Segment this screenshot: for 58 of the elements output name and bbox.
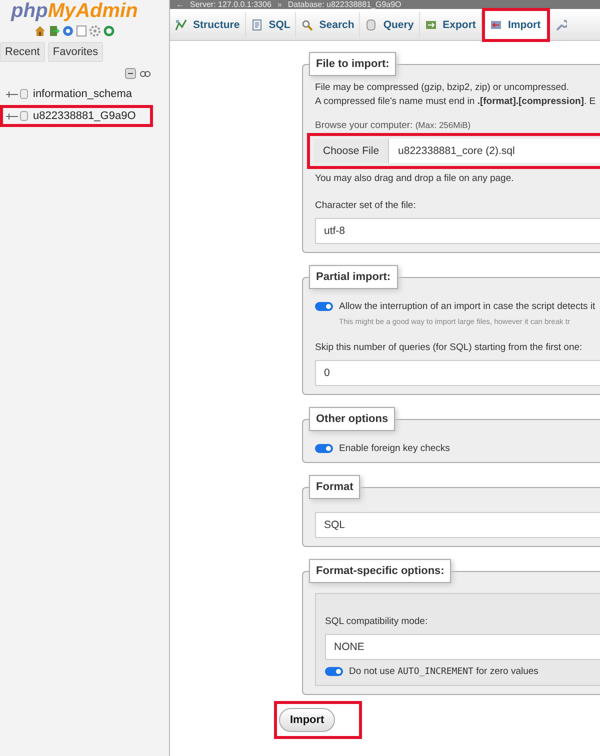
drag-drop-note: You may also drag and drop a file on any page. [315, 173, 515, 184]
database-item[interactable]: information_schema [33, 88, 132, 100]
compression-note: File may be compressed (gzip, bzip2, zip) or uncompressed. [315, 82, 570, 93]
panel-legend: Other options [309, 407, 396, 431]
toggle-switch[interactable] [315, 444, 333, 453]
document-icon[interactable] [76, 25, 87, 37]
help-icon[interactable] [62, 25, 74, 37]
expand-icon[interactable] [5, 112, 18, 120]
choose-file-button[interactable]: Choose File [314, 139, 390, 163]
database-link[interactable]: Database: u822338881_G9a9O [288, 0, 402, 9]
charset-label: Character set of the file: [315, 200, 417, 211]
format-select[interactable]: SQL [315, 512, 600, 538]
tab[interactable]: Structure [170, 12, 246, 38]
server-link[interactable]: Server: 127.0.0.1:3306 [190, 0, 272, 9]
skip-queries-input[interactable]: 0 [315, 360, 600, 386]
panel-legend: Format [309, 475, 360, 499]
home-icon[interactable] [34, 25, 46, 37]
exit-icon[interactable] [48, 25, 60, 37]
skip-queries-label: Skip this number of queries (for SQL) starting from the first one: [315, 342, 584, 353]
sidebar-tab[interactable]: Recent [0, 42, 45, 62]
link-icon[interactable] [140, 70, 151, 76]
tab[interactable]: SQL [246, 12, 296, 38]
file-input[interactable]: Choose File u822338881_core (2).sql [314, 139, 600, 163]
settings-icon[interactable] [89, 25, 101, 37]
compat-mode-select[interactable]: NONE [325, 634, 600, 660]
import-icon [490, 18, 502, 30]
structure-icon [175, 18, 187, 30]
collapse-icon[interactable] [125, 68, 136, 79]
tab[interactable]: Query [360, 12, 420, 38]
document-icon [250, 18, 263, 30]
toggle-switch[interactable] [325, 667, 343, 676]
wrench-icon[interactable] [554, 18, 567, 30]
max-size-note: (Max: 256MiB) [415, 120, 471, 130]
database-icon [20, 89, 28, 99]
export-icon [424, 18, 437, 30]
toggle-label: Enable foreign key checks [339, 443, 450, 454]
tab[interactable]: Search [296, 12, 360, 38]
sidebar-tab[interactable]: Favorites [48, 42, 104, 62]
tab[interactable]: Import [482, 8, 550, 42]
toggle-switch[interactable] [315, 302, 333, 311]
reload-icon[interactable] [103, 25, 115, 37]
compat-mode-label: SQL compatibility mode: [325, 616, 429, 627]
panel-legend: Format-specific options: [309, 559, 452, 583]
charset-select[interactable]: utf-8 [315, 218, 600, 244]
expand-icon[interactable] [5, 90, 18, 98]
search-icon [301, 18, 314, 30]
breadcrumb-separator: » [277, 0, 282, 9]
panel-legend: Partial import: [309, 265, 398, 289]
import-button[interactable]: Import [279, 708, 336, 732]
logo: phpMyAdmin [10, 0, 139, 22]
browse-label: Browse your computer: [315, 120, 413, 131]
file-name-note: A compressed file's name must end in .[format].[compression]. E [315, 96, 597, 107]
toggle-label: Allow the interruption of an import in case the script detects it [339, 301, 596, 312]
toggle-label: Do not use AUTO_INCREMENT for zero values [349, 666, 538, 677]
file-name: u822338881_core (2).sql [397, 144, 516, 159]
database-icon [365, 18, 378, 30]
panel-legend: File to import: [309, 52, 396, 76]
database-icon [20, 111, 28, 121]
